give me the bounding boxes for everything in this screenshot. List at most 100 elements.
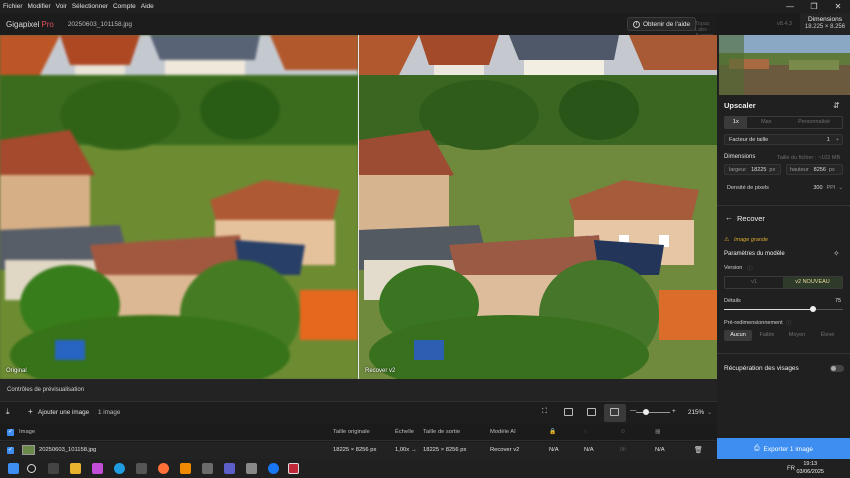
presizing-option-high[interactable]: Élevé: [812, 330, 843, 341]
import-icon[interactable]: ⤓: [6, 407, 10, 417]
minimize-button[interactable]: —: [778, 0, 802, 13]
help-icon: i: [633, 20, 640, 28]
fit-view-icon[interactable]: ⛶: [542, 408, 547, 416]
stepper-icon[interactable]: +: [836, 137, 839, 143]
preview-controls-label: Contrôles de prévisualisation: [7, 387, 85, 393]
gigapixel-icon[interactable]: [288, 463, 299, 474]
menu-edit[interactable]: Modifier: [28, 3, 51, 10]
warning-icon: ⚠: [724, 237, 730, 243]
split-view-icon[interactable]: [587, 408, 596, 416]
column-scale[interactable]: Échelle: [395, 429, 414, 435]
presizing-option-medium[interactable]: Moyen: [782, 330, 812, 341]
column-output-size[interactable]: Taille de sortie: [423, 429, 460, 435]
row-thumbnail: [22, 445, 35, 455]
chevron-down-icon[interactable]: ⌄: [838, 185, 843, 191]
presizing-option-none[interactable]: Aucun: [724, 330, 752, 341]
menu-file[interactable]: Fichier: [3, 3, 23, 10]
table-row[interactable]: ✓ 20250603_101158.jpg 18225 × 8256 px 1,…: [0, 442, 717, 459]
menu-help[interactable]: Aide: [141, 3, 154, 10]
clock[interactable]: 19:13 03/06/2025: [796, 461, 824, 476]
recover-note: Image grande: [734, 237, 768, 243]
export-button[interactable]: ⎙ Exporter 1 image: [717, 438, 850, 460]
scale-option-max[interactable]: Max: [747, 117, 786, 128]
sparkle-icon[interactable]: ✧: [833, 249, 840, 258]
scale-option-1x[interactable]: 1x: [725, 117, 747, 128]
teams-icon[interactable]: [224, 463, 235, 474]
column-ai-model[interactable]: Modèle AI: [490, 429, 516, 435]
help-button[interactable]: i Obtenir de l'aide: [627, 17, 697, 31]
add-image-button[interactable]: Ajouter une image: [38, 409, 89, 416]
row-col-c: Ilfi: [620, 447, 626, 453]
file-size-hint: Taille du fichier : ~102 MB: [777, 155, 841, 161]
zoom-value[interactable]: 215%: [688, 409, 704, 416]
menu-account[interactable]: Compte: [113, 3, 136, 10]
face-icon: ☺: [620, 429, 626, 435]
back-arrow-icon[interactable]: ←: [725, 213, 733, 222]
column-original-size[interactable]: Taille originale: [333, 429, 370, 435]
density-field[interactable]: 300 PPI ⌄: [796, 182, 843, 193]
firefox-icon[interactable]: [158, 463, 169, 474]
info-icon[interactable]: ⓘ: [786, 319, 792, 327]
single-view-icon[interactable]: [564, 408, 573, 416]
width-field[interactable]: largeur 18225 px: [724, 164, 781, 175]
windows-start-icon[interactable]: [8, 463, 19, 474]
original-image: [0, 35, 358, 379]
side-by-side-view-button[interactable]: [604, 404, 626, 422]
app-icon[interactable]: [246, 463, 257, 474]
presizing-option-low[interactable]: Faible: [752, 330, 782, 341]
app-icon[interactable]: [202, 463, 213, 474]
zoom-slider-knob[interactable]: [643, 409, 649, 415]
column-image[interactable]: Image: [19, 429, 35, 435]
section-divider: [717, 205, 850, 206]
close-button[interactable]: ✕: [826, 0, 850, 13]
preview-original[interactable]: [0, 35, 358, 379]
scale-option-custom[interactable]: Personnalisé: [786, 117, 842, 128]
navigator-thumbnail[interactable]: [719, 35, 850, 95]
edge-icon[interactable]: [114, 463, 125, 474]
row-filename: 20250603_101158.jpg: [39, 447, 97, 453]
height-field[interactable]: hauteur 8256 px: [786, 164, 843, 175]
facebook-icon[interactable]: [268, 463, 279, 474]
delete-icon[interactable]: 🗑: [694, 446, 703, 454]
face-recovery-toggle[interactable]: [830, 365, 844, 372]
row-arrow: →: [411, 447, 417, 453]
chevron-down-icon[interactable]: ⌄: [707, 409, 712, 416]
search-icon[interactable]: [27, 464, 36, 473]
details-slider-knob[interactable]: [810, 306, 817, 312]
clock-date: 03/06/2025: [796, 468, 824, 475]
app-edition: Pro: [41, 19, 54, 29]
version-field-label: Version: [724, 265, 743, 271]
vlc-icon[interactable]: [180, 463, 191, 474]
info-icon[interactable]: ⓘ: [747, 264, 753, 272]
file-explorer-icon[interactable]: [70, 463, 81, 474]
store-icon[interactable]: [136, 463, 147, 474]
zoom-slider[interactable]: [636, 412, 670, 413]
version-option-v1[interactable]: v1: [725, 277, 783, 288]
width-label: largeur: [729, 166, 747, 173]
compare-divider[interactable]: [358, 35, 359, 379]
menu-view[interactable]: Voir: [56, 3, 67, 10]
add-icon[interactable]: +: [28, 407, 33, 416]
scale-factor-field[interactable]: Facteur de taille 1 +: [724, 134, 843, 145]
maximize-button[interactable]: ❐: [802, 0, 826, 13]
task-view-icon[interactable]: [48, 463, 59, 474]
preview-controls-bar[interactable]: Contrôles de prévisualisation: [0, 379, 717, 402]
image-count: 1 image: [98, 409, 121, 416]
menu-select[interactable]: Sélectionner: [72, 3, 108, 10]
select-all-checkbox[interactable]: ✓: [7, 429, 14, 436]
version-option-v2[interactable]: v2 NOUVEAU: [783, 277, 842, 288]
preview-recovered[interactable]: [359, 35, 717, 379]
upscaler-settings-icon[interactable]: ⇵: [833, 101, 840, 110]
copilot-icon[interactable]: [92, 463, 103, 474]
lock-icon: 🔒: [549, 429, 557, 435]
preview-area[interactable]: Original Recover v2: [0, 35, 717, 379]
details-label: Détails: [724, 298, 741, 304]
recovered-image: [359, 35, 717, 379]
row-checkbox[interactable]: ✓: [7, 447, 14, 454]
dimensions-info: Dimensions 18.225 × 8.256: [800, 13, 850, 35]
scale-factor-value: 1: [826, 136, 830, 143]
presizing-label: Pré-redimensionnement: [724, 320, 783, 326]
language-indicator[interactable]: FR: [787, 466, 795, 472]
dimensions-title: Dimensions: [808, 16, 842, 23]
zoom-in-icon[interactable]: +: [672, 408, 676, 415]
